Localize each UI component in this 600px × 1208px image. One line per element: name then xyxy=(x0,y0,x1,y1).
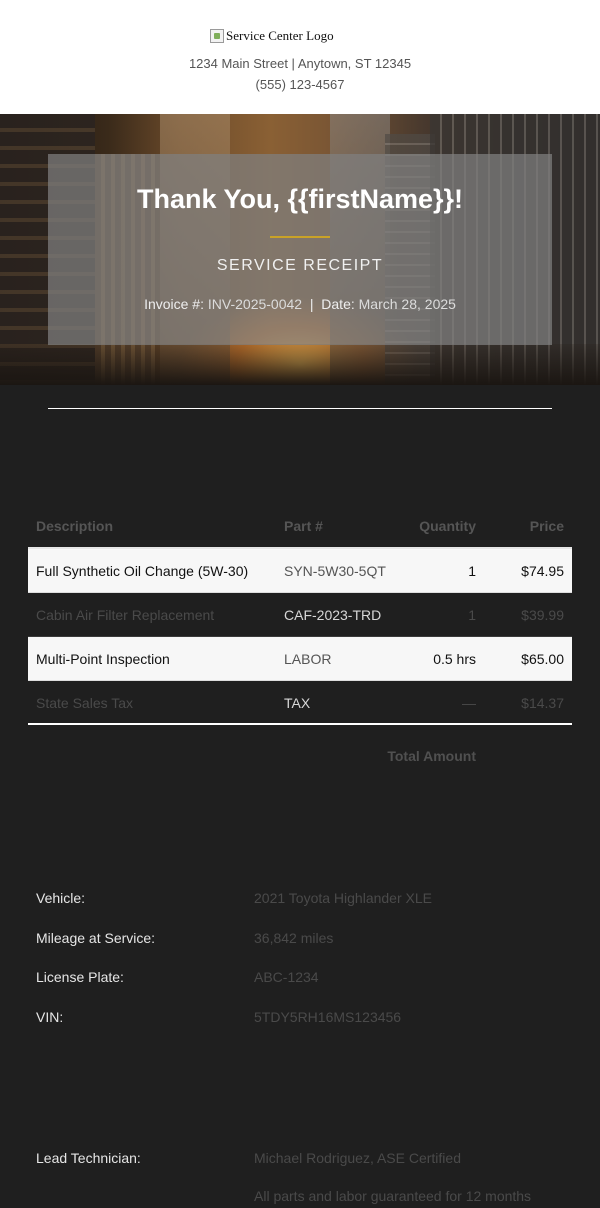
col-header-quantity: Quantity xyxy=(419,518,476,534)
section-divider xyxy=(48,408,552,409)
mileage-value: 36,842 miles xyxy=(254,930,334,946)
vehicle-label: Vehicle: xyxy=(36,890,86,906)
item-description: State Sales Tax xyxy=(36,695,134,711)
item-quantity: 0.5 hrs xyxy=(433,651,476,667)
invoice-meta: Invoice #: INV-2025-0042 | Date: March 2… xyxy=(48,296,552,312)
table-row: Full Synthetic Oil Change (5W-30) SYN-5W… xyxy=(28,549,572,593)
technician-label: Lead Technician: xyxy=(36,1150,141,1166)
col-header-description: Description xyxy=(36,518,114,534)
line-items-table: Description Part # Quantity Price Full S… xyxy=(28,504,572,725)
store-phone[interactable]: (555) 123-4567 xyxy=(0,77,600,92)
license-plate-row: License Plate: ABC-1234 xyxy=(36,969,566,989)
mileage-row: Mileage at Service: 36,842 miles xyxy=(36,930,566,950)
meta-separator: | xyxy=(309,296,314,312)
item-description: Full Synthetic Oil Change (5W-30) xyxy=(36,563,249,579)
table-row: Multi-Point Inspection LABOR 0.5 hrs $65… xyxy=(28,637,572,681)
invoice-number: INV-2025-0042 xyxy=(207,296,303,312)
store-address: 1234 Main Street | Anytown, ST 12345 xyxy=(188,56,412,71)
invoice-date: March 28, 2025 xyxy=(358,296,456,312)
vehicle-row: Vehicle: 2021 Toyota Highlander XLE xyxy=(36,890,566,910)
license-plate-value: ABC-1234 xyxy=(254,969,319,985)
mileage-label: Mileage at Service: xyxy=(36,930,156,946)
service-center-logo: Service Center Logo xyxy=(210,27,334,45)
vin-label: VIN: xyxy=(36,1009,64,1025)
table-row: Cabin Air Filter Replacement CAF-2023-TR… xyxy=(28,593,572,637)
item-description: Cabin Air Filter Replacement xyxy=(36,607,215,623)
warranty-value: All parts and labor guaranteed for 12 mo… xyxy=(254,1188,532,1204)
title-accent-rule xyxy=(270,236,330,238)
thank-you-title: Thank You, {{firstName}}! xyxy=(136,184,464,214)
item-quantity: 1 xyxy=(468,563,476,579)
item-price: $14.37 xyxy=(521,695,564,711)
hero-card: Thank You, {{firstName}}! SERVICE RECEIP… xyxy=(48,154,552,345)
total-row: Total Amount xyxy=(28,748,572,770)
table-row: State Sales Tax TAX — $14.37 xyxy=(28,681,572,725)
item-description: Multi-Point Inspection xyxy=(36,651,170,667)
item-price: $65.00 xyxy=(521,651,564,667)
col-header-price: Price xyxy=(529,518,564,534)
vin-value: 5TDY5RH16MS123456 xyxy=(254,1009,402,1025)
receipt-subtitle: SERVICE RECEIPT xyxy=(216,257,384,274)
item-quantity: — xyxy=(462,695,476,711)
store-header: Service Center Logo 1234 Main Street | A… xyxy=(0,0,600,114)
item-quantity: 1 xyxy=(468,607,476,623)
total-amount-label: Total Amount xyxy=(387,748,476,764)
date-label: Date: xyxy=(321,296,355,312)
technician-row: Lead Technician: Michael Rodriguez, ASE … xyxy=(36,1150,566,1170)
item-price: $74.95 xyxy=(521,563,564,579)
invoice-label: Invoice #: xyxy=(144,296,204,312)
technician-value: Michael Rodriguez, ASE Certified xyxy=(254,1150,461,1166)
warranty-row: All parts and labor guaranteed for 12 mo… xyxy=(36,1188,566,1208)
logo-alt-text: Service Center Logo xyxy=(226,28,334,43)
license-plate-label: License Plate: xyxy=(36,969,124,985)
vehicle-value: 2021 Toyota Highlander XLE xyxy=(254,890,432,906)
table-header-row: Description Part # Quantity Price xyxy=(28,504,572,549)
broken-image-icon xyxy=(210,29,224,43)
vin-row: VIN: 5TDY5RH16MS123456 xyxy=(36,1009,566,1029)
item-price: $39.99 xyxy=(521,607,564,623)
